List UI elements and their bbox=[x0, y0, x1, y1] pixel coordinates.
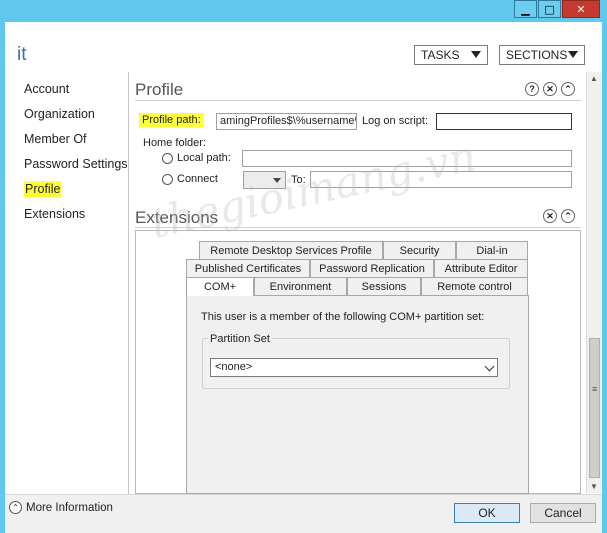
chevron-up-icon: ⌃ bbox=[564, 83, 572, 94]
extensions-collapse-button[interactable]: ⌃ bbox=[561, 209, 575, 223]
tasks-dropdown-arrow-icon bbox=[471, 51, 481, 58]
sections-dropdown-arrow-icon bbox=[568, 51, 578, 58]
profile-close-button[interactable]: ✕ bbox=[543, 82, 557, 96]
minimize-icon: ▁ bbox=[521, 2, 530, 16]
connect-to-field[interactable] bbox=[310, 171, 572, 188]
local-path-radio[interactable] bbox=[162, 153, 173, 164]
more-information-toggle[interactable]: ⌃ bbox=[9, 501, 22, 514]
main-scrollbar[interactable]: ▲ ≡ ▼ bbox=[586, 72, 601, 493]
help-icon: ? bbox=[529, 83, 535, 94]
chevron-up-icon: ⌃ bbox=[564, 210, 572, 221]
sidebar-nav: Account Organization Member Of Password … bbox=[24, 82, 128, 232]
local-path-field[interactable] bbox=[242, 150, 572, 167]
chevron-up-icon: ⌃ bbox=[12, 503, 19, 512]
window-border-right bbox=[602, 22, 607, 533]
cancel-button[interactable]: Cancel bbox=[530, 503, 596, 523]
tab-published-certificates[interactable]: Published Certificates bbox=[186, 259, 310, 277]
nav-item-profile[interactable]: Profile bbox=[24, 181, 128, 207]
page-title: it bbox=[17, 44, 27, 65]
home-folder-label: Home folder: bbox=[143, 137, 206, 149]
extensions-section-title: Extensions bbox=[135, 208, 219, 227]
logon-script-label: Log on script: bbox=[362, 115, 429, 127]
tab-attribute-editor[interactable]: Attribute Editor bbox=[434, 259, 528, 277]
sections-label: SECTIONS bbox=[506, 48, 568, 62]
maximize-icon: □ bbox=[544, 2, 555, 16]
scroll-down-icon[interactable]: ▼ bbox=[590, 482, 598, 491]
nav-item-account[interactable]: Account bbox=[24, 82, 128, 107]
nav-item-password-settings[interactable]: Password Settings bbox=[24, 157, 128, 182]
window-border-left bbox=[0, 22, 5, 533]
ok-button[interactable]: OK bbox=[454, 503, 520, 523]
to-label: To: bbox=[291, 174, 306, 186]
sidebar-divider bbox=[128, 72, 129, 494]
scroll-thumb[interactable] bbox=[589, 338, 600, 478]
close-icon: ✕ bbox=[576, 2, 586, 16]
tasks-label: TASKS bbox=[421, 48, 460, 62]
maximize-button[interactable]: □ bbox=[538, 0, 561, 18]
tab-sessions[interactable]: Sessions bbox=[347, 277, 421, 295]
profile-section-title: Profile bbox=[135, 80, 184, 99]
nav-item-member-of[interactable]: Member Of bbox=[24, 132, 128, 157]
tab-environment[interactable]: Environment bbox=[254, 277, 347, 295]
logon-script-field[interactable] bbox=[436, 113, 572, 130]
nav-item-extensions[interactable]: Extensions bbox=[24, 207, 128, 232]
close-window-button[interactable]: ✕ bbox=[562, 0, 600, 18]
minimize-button[interactable]: ▁ bbox=[514, 0, 537, 18]
nav-item-organization[interactable]: Organization bbox=[24, 107, 128, 132]
partition-set-select[interactable]: <none> bbox=[210, 358, 498, 377]
chevron-down-icon bbox=[484, 361, 495, 372]
tab-password-replication[interactable]: Password Replication bbox=[310, 259, 434, 277]
tab-remote-desktop-services-profile[interactable]: Remote Desktop Services Profile bbox=[199, 241, 383, 259]
connect-radio[interactable] bbox=[162, 174, 173, 185]
close-section-icon: ✕ bbox=[546, 83, 554, 94]
tasks-dropdown[interactable]: TASKS bbox=[414, 45, 488, 65]
drive-letter-dropdown[interactable] bbox=[243, 171, 286, 189]
profile-path-field[interactable]: amingProfiles$\%username% bbox=[216, 113, 357, 130]
connect-label: Connect bbox=[177, 173, 218, 185]
tab-dial-in[interactable]: Dial-in bbox=[456, 241, 528, 259]
close-section-icon: ✕ bbox=[546, 210, 554, 221]
extensions-close-button[interactable]: ✕ bbox=[543, 209, 557, 223]
partition-set-label: Partition Set bbox=[208, 333, 272, 345]
tab-remote-control[interactable]: Remote control bbox=[421, 277, 528, 295]
partition-set-value: <none> bbox=[215, 361, 253, 373]
scroll-grip-icon: ≡ bbox=[592, 384, 598, 394]
profile-collapse-button[interactable]: ⌃ bbox=[561, 82, 575, 96]
scroll-up-icon[interactable]: ▲ bbox=[590, 74, 598, 83]
more-information-link[interactable]: More Information bbox=[26, 502, 113, 514]
local-path-label: Local path: bbox=[177, 152, 231, 164]
sections-dropdown[interactable]: SECTIONS bbox=[499, 45, 585, 65]
profile-header-rule bbox=[135, 100, 581, 101]
chevron-down-icon bbox=[273, 178, 281, 183]
help-button[interactable]: ? bbox=[525, 82, 539, 96]
com-plus-tab-panel bbox=[186, 295, 529, 494]
tab-com-plus[interactable]: COM+ bbox=[186, 277, 254, 296]
profile-path-label: Profile path: bbox=[139, 113, 204, 127]
extensions-header-rule bbox=[135, 227, 581, 228]
tab-security[interactable]: Security bbox=[383, 241, 456, 259]
com-member-text: This user is a member of the following C… bbox=[201, 311, 485, 323]
